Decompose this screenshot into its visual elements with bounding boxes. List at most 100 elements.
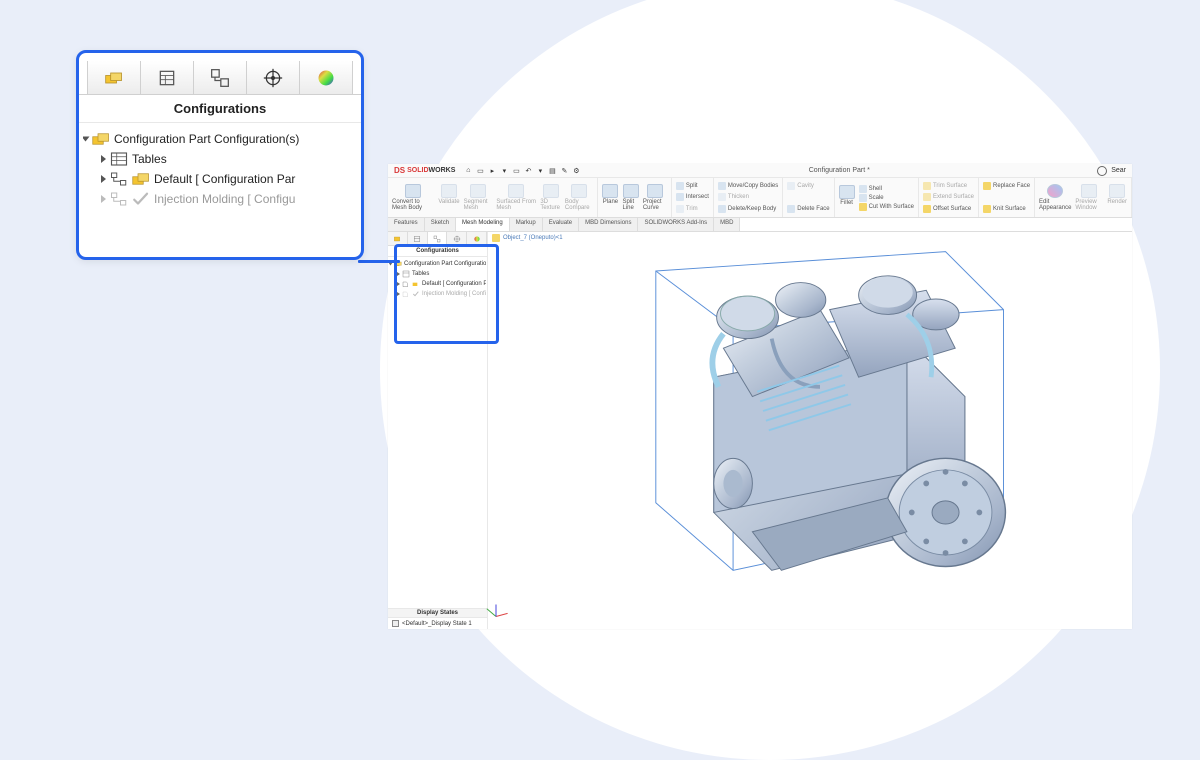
cmd-cavity[interactable]: Cavity bbox=[787, 182, 814, 190]
qat-new-icon[interactable]: ▭ bbox=[475, 166, 485, 176]
cmd-knitsurf[interactable]: Knit Surface bbox=[983, 205, 1026, 213]
expand-icon[interactable] bbox=[83, 137, 90, 142]
ribbon: Convert to Mesh Body Validate Segment Me… bbox=[388, 178, 1132, 218]
cmd-fillet[interactable]: Fillet bbox=[839, 185, 855, 211]
search-icon[interactable] bbox=[1097, 166, 1107, 176]
callout-connector bbox=[358, 260, 400, 263]
callout-tab-property[interactable] bbox=[141, 61, 194, 94]
3d-viewport[interactable]: Object_7 (Oneputo)<1 bbox=[488, 232, 1132, 629]
breadcrumb[interactable]: Object_7 (Oneputo)<1 bbox=[492, 234, 563, 242]
ribbon-group-face: Cavity Delete Face bbox=[783, 178, 834, 217]
cmd-cutsurf[interactable]: Cut With Surface bbox=[859, 203, 914, 211]
qat-save-icon[interactable]: ▾ bbox=[499, 166, 509, 176]
solidworks-window: DS SOLIDWORKS ⌂ ▭ ▸ ▾ ▭ ↶ ▾ ▤ ✎ ⚙ Config… bbox=[388, 164, 1132, 629]
cmd-intersect[interactable]: Intersect bbox=[676, 193, 709, 201]
tab-mbd[interactable]: MBD bbox=[714, 218, 740, 231]
display-states-panel: Display States <Default>_Display State 1 bbox=[388, 608, 487, 629]
qat-redo-icon[interactable]: ▾ bbox=[535, 166, 545, 176]
tab-features[interactable]: Features bbox=[388, 218, 425, 231]
check-icon bbox=[132, 191, 150, 207]
callout-title: Configurations bbox=[79, 95, 361, 123]
config-icon bbox=[132, 171, 150, 187]
callout-item-label: Injection Molding [ Configu bbox=[154, 192, 295, 206]
tab-sketch[interactable]: Sketch bbox=[425, 218, 456, 231]
expand-icon[interactable] bbox=[101, 175, 106, 183]
tab-mesh-modeling[interactable]: Mesh Modeling bbox=[456, 218, 510, 231]
quick-access-toolbar: ⌂ ▭ ▸ ▾ ▭ ↶ ▾ ▤ ✎ ⚙ bbox=[463, 166, 581, 176]
search-label: Sear bbox=[1111, 167, 1126, 174]
table-icon bbox=[110, 151, 128, 167]
cmd-convert-mesh[interactable]: Convert to Mesh Body bbox=[392, 184, 434, 211]
cmd-trimsurf[interactable]: Trim Surface bbox=[923, 182, 967, 190]
qat-settings-icon[interactable]: ⚙ bbox=[571, 166, 581, 176]
cmd-trim[interactable]: Trim bbox=[676, 205, 698, 213]
title-bar: DS SOLIDWORKS ⌂ ▭ ▸ ▾ ▭ ↶ ▾ ▤ ✎ ⚙ Config… bbox=[388, 164, 1132, 178]
callout-item-tables[interactable]: Tables bbox=[83, 149, 357, 169]
cmd-project[interactable]: Project Curve bbox=[643, 184, 667, 211]
ribbon-group-body: Split Intersect Trim bbox=[672, 178, 714, 217]
callout-tab-feature[interactable] bbox=[87, 61, 141, 94]
ribbon-group-reference: Plane Split Line Project Curve bbox=[598, 178, 671, 217]
cmd-shell[interactable]: Shell bbox=[859, 185, 914, 193]
callout-tab-dimx[interactable] bbox=[247, 61, 300, 94]
callout-item-label: Tables bbox=[132, 152, 167, 166]
cmd-plane[interactable]: Plane bbox=[602, 184, 618, 211]
callout-tab-appearance[interactable] bbox=[300, 61, 353, 94]
callout-item-injection[interactable]: Injection Molding [ Configu bbox=[83, 189, 357, 209]
qat-open-icon[interactable]: ▸ bbox=[487, 166, 497, 176]
cmd-movecopy[interactable]: Move/Copy Bodies bbox=[718, 182, 778, 190]
tab-evaluate[interactable]: Evaluate bbox=[543, 218, 579, 231]
ribbon-group-appearance: Edit Appearance Preview Window Render bbox=[1035, 178, 1132, 217]
tab-markup[interactable]: Markup bbox=[510, 218, 543, 231]
qat-undo-icon[interactable]: ↶ bbox=[523, 166, 533, 176]
ribbon-group-surface: Trim Surface Extend Surface Offset Surfa… bbox=[919, 178, 979, 217]
cmd-segment[interactable]: Segment Mesh bbox=[464, 184, 493, 211]
cmd-editapp[interactable]: Edit Appearance bbox=[1039, 184, 1071, 211]
cmd-validate[interactable]: Validate bbox=[438, 184, 459, 211]
part-icon bbox=[492, 234, 500, 242]
cmd-3dtex[interactable]: 3D Texture bbox=[540, 184, 561, 211]
callout-source-zone bbox=[394, 244, 499, 344]
cmd-extendsurf[interactable]: Extend Surface bbox=[923, 193, 974, 201]
flowchart-icon bbox=[110, 191, 128, 207]
cmd-scale[interactable]: Scale bbox=[859, 194, 914, 202]
cmd-splitline[interactable]: Split Line bbox=[622, 184, 638, 211]
display-states-header: Display States bbox=[388, 609, 487, 618]
cmd-bodycmp[interactable]: Body Compare bbox=[565, 184, 594, 211]
view-triad[interactable] bbox=[492, 599, 514, 621]
cmd-delkeep[interactable]: Delete/Keep Body bbox=[718, 205, 776, 213]
configs-icon bbox=[92, 131, 110, 147]
document-title: Configuration Part * bbox=[581, 167, 1097, 174]
cmd-replface[interactable]: Replace Face bbox=[983, 182, 1030, 190]
callout-item-label: Default [ Configuration Par bbox=[154, 172, 295, 186]
tab-addins[interactable]: SOLIDWORKS Add-Ins bbox=[638, 218, 714, 231]
cmd-delface[interactable]: Delete Face bbox=[787, 205, 829, 213]
ribbon-group-features: Fillet Shell Scale Cut With Surface bbox=[835, 178, 919, 217]
cmd-preview[interactable]: Preview Window bbox=[1075, 184, 1103, 211]
tab-mbd-dim[interactable]: MBD Dimensions bbox=[579, 218, 638, 231]
cmd-thicken[interactable]: Thicken bbox=[718, 193, 749, 201]
expand-icon[interactable] bbox=[101, 195, 106, 203]
ribbon-group-mesh: Convert to Mesh Body Validate Segment Me… bbox=[388, 178, 598, 217]
cmd-render[interactable]: Render bbox=[1107, 184, 1127, 211]
callout-tree: Configuration Part Configuration(s) Tabl… bbox=[79, 123, 361, 215]
callout-tab-config[interactable] bbox=[194, 61, 247, 94]
qat-print-icon[interactable]: ▭ bbox=[511, 166, 521, 176]
ribbon-group-body2: Move/Copy Bodies Thicken Delete/Keep Bod… bbox=[714, 178, 783, 217]
callout-root-label: Configuration Part Configuration(s) bbox=[114, 132, 299, 146]
qat-rebuild-icon[interactable]: ▤ bbox=[547, 166, 557, 176]
display-state-item[interactable]: <Default>_Display State 1 bbox=[388, 618, 487, 629]
qat-options-icon[interactable]: ✎ bbox=[559, 166, 569, 176]
feature-tabs: Features Sketch Mesh Modeling Markup Eva… bbox=[388, 218, 1132, 232]
app-logo: DS SOLIDWORKS bbox=[394, 166, 455, 175]
cmd-offsetsurf[interactable]: Offset Surface bbox=[923, 205, 971, 213]
engine-model bbox=[548, 242, 1092, 609]
callout-tree-root[interactable]: Configuration Part Configuration(s) bbox=[83, 129, 357, 149]
qat-home-icon[interactable]: ⌂ bbox=[463, 166, 473, 176]
ribbon-group-surface2: Replace Face Knit Surface bbox=[979, 178, 1035, 217]
flowchart-icon bbox=[110, 171, 128, 187]
callout-item-default[interactable]: Default [ Configuration Par bbox=[83, 169, 357, 189]
cmd-split[interactable]: Split bbox=[676, 182, 698, 190]
expand-icon[interactable] bbox=[101, 155, 106, 163]
cmd-surfaced[interactable]: Surfaced From Mesh bbox=[496, 184, 536, 211]
